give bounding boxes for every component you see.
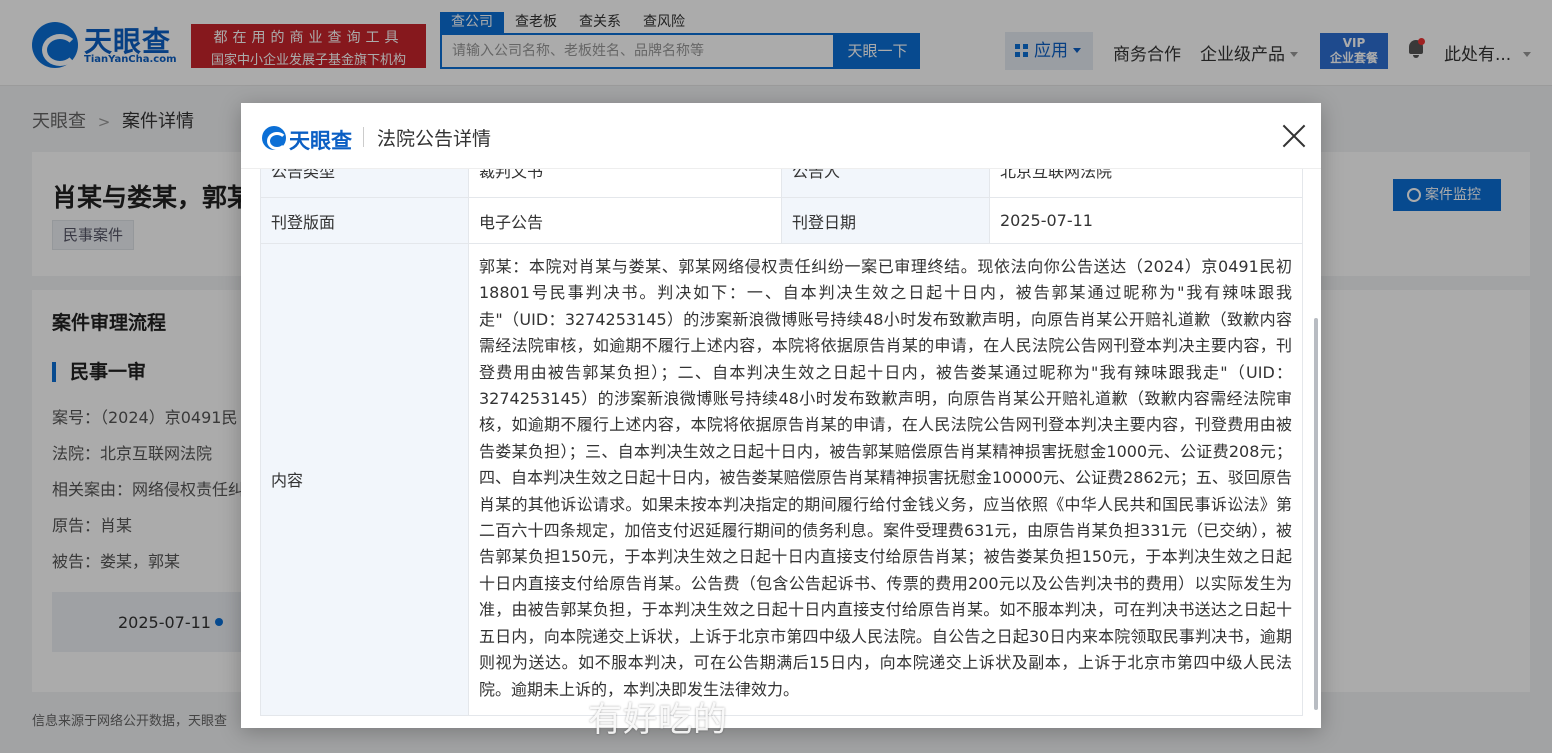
table-row: 内容 郭某：本院对肖某与娄某、郭某网络侵权责任纠纷一案已审理终结。现依法向你公告… (260, 243, 1303, 716)
close-icon[interactable] (1281, 123, 1307, 149)
modal-logo-text: 天眼查 (289, 129, 352, 153)
modal-body[interactable]: 公告类型 裁判文书 公告人 北京互联网法院 刊登版面 电子公告 刊登日期 202… (241, 169, 1321, 728)
publish-date-value: 2025-07-11 (989, 197, 1303, 244)
announcer-value: 北京互联网法院 (989, 169, 1303, 198)
modal-header: 天眼查 法院公告详情 (241, 103, 1321, 169)
announcer-label: 公告人 (781, 169, 990, 198)
notice-detail-table: 公告类型 裁判文书 公告人 北京互联网法院 刊登版面 电子公告 刊登日期 202… (260, 169, 1303, 716)
modal-logo: 天眼查 (262, 125, 362, 153)
court-notice-modal: 天眼查 法院公告详情 公告类型 裁判文书 公告人 北京互联网法院 刊登版面 电子… (241, 103, 1321, 728)
publish-date-label: 刊登日期 (781, 197, 990, 244)
content-label: 内容 (260, 243, 469, 716)
header-divider (363, 127, 364, 147)
table-row: 刊登版面 电子公告 刊登日期 2025-07-11 (260, 197, 1303, 244)
layout-label: 刊登版面 (260, 197, 469, 244)
notice-type-label: 公告类型 (260, 169, 469, 198)
notice-type-value: 裁判文书 (468, 169, 782, 198)
video-watermark: 有好吃的 (588, 700, 728, 740)
scrollbar-thumb[interactable] (1314, 318, 1318, 710)
logo-mark-icon (262, 126, 287, 150)
modal-title: 法院公告详情 (377, 128, 492, 150)
layout-value: 电子公告 (468, 197, 782, 244)
table-row: 公告类型 裁判文书 公告人 北京互联网法院 (260, 169, 1303, 198)
content-value: 郭某：本院对肖某与娄某、郭某网络侵权责任纠纷一案已审理终结。现依法向你公告送达（… (468, 243, 1303, 716)
